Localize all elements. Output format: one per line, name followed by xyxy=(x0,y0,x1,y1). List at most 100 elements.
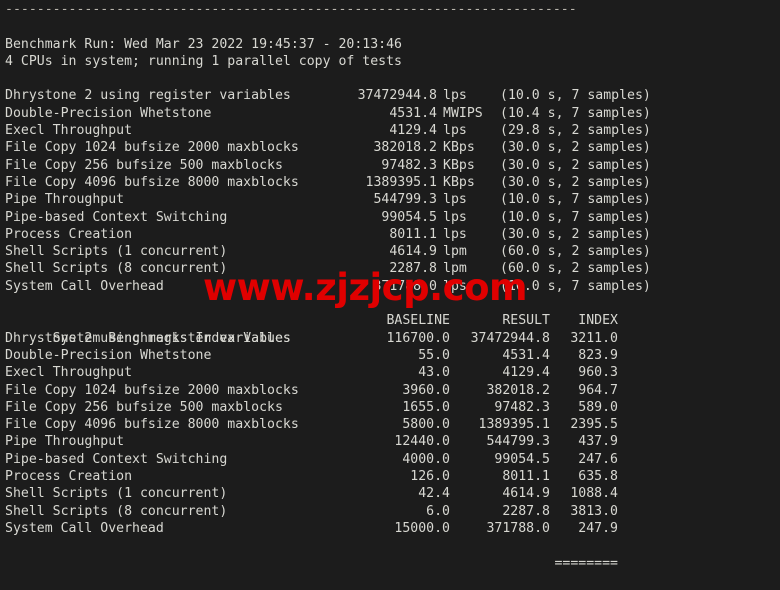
score-divider-row: ======== xyxy=(5,555,775,572)
index-value-name: File Copy 256 bufsize 500 maxblocks xyxy=(5,399,283,415)
raw-result-unit: KBps xyxy=(443,157,475,173)
raw-result-samples: (60.0 s, 2 samples) xyxy=(500,244,651,260)
raw-result-value: 99054.5 xyxy=(381,209,437,225)
benchmark-run-header: Benchmark Run: Wed Mar 23 2022 19:45:37 … xyxy=(5,36,402,52)
index-value-row: Pipe-based Context Switching 4000.0 99054.… xyxy=(5,451,775,468)
index-value-result: 2287.8 xyxy=(502,503,550,519)
raw-result-row: Double-Precision Whetstone 4531.4 MWIPS (10… xyxy=(5,105,775,122)
raw-result-unit: lpm xyxy=(443,244,467,260)
column-header-index: INDEX xyxy=(578,313,618,329)
raw-result-samples: (30.0 s, 2 samples) xyxy=(500,174,651,190)
raw-result-value: 4614.9 xyxy=(389,244,437,260)
raw-result-unit: KBps xyxy=(443,140,475,156)
top-separator-rule: ----------------------------------------… xyxy=(5,2,577,17)
terminal-output: ----------------------------------------… xyxy=(5,1,775,590)
raw-result-name: Pipe Throughput xyxy=(5,192,125,208)
raw-result-unit: lps xyxy=(443,209,467,225)
index-value-index: 3813.0 xyxy=(570,503,618,519)
raw-result-unit: MWIPS xyxy=(443,105,483,121)
index-value-baseline: 15000.0 xyxy=(394,520,450,536)
raw-results-list: Dhrystone 2 using register variables 3747… xyxy=(5,87,775,295)
terminal-screen: ----------------------------------------… xyxy=(0,0,780,590)
index-value-name: File Copy 4096 bufsize 8000 maxblocks xyxy=(5,417,299,433)
index-value-name: Process Creation xyxy=(5,469,133,485)
raw-result-name: File Copy 1024 bufsize 2000 maxblocks xyxy=(5,140,299,156)
index-values-list: Dhrystone 2 using register variables 1167… xyxy=(5,330,775,538)
index-value-baseline: 43.0 xyxy=(418,365,450,381)
raw-result-value: 371788.0 xyxy=(373,278,437,294)
index-value-index: 1088.4 xyxy=(570,486,618,502)
raw-result-samples: (10.0 s, 7 samples) xyxy=(500,278,651,294)
raw-result-row: Shell Scripts (8 concurrent) 2287.8 lpm (60… xyxy=(5,260,775,277)
raw-result-row: Dhrystone 2 using register variables 3747… xyxy=(5,87,775,104)
raw-result-samples: (60.0 s, 2 samples) xyxy=(500,261,651,277)
raw-result-value: 37472944.8 xyxy=(357,88,437,104)
raw-result-samples: (30.0 s, 2 samples) xyxy=(500,226,651,242)
raw-result-name: Execl Throughput xyxy=(5,123,133,139)
raw-result-row: Shell Scripts (1 concurrent) 4614.9 lpm (60… xyxy=(5,243,775,260)
index-value-row: System Call Overhead 15000.0 371788.0 247.9 xyxy=(5,520,775,537)
raw-result-samples: (10.0 s, 7 samples) xyxy=(500,192,651,208)
raw-result-value: 1389395.1 xyxy=(365,174,437,190)
index-value-name: System Call Overhead xyxy=(5,520,164,536)
index-value-row: Process Creation 126.0 8011.1 635.8 xyxy=(5,468,775,485)
index-value-name: Shell Scripts (1 concurrent) xyxy=(5,486,228,502)
index-value-row: Pipe Throughput 12440.0 544799.3 437.9 xyxy=(5,433,775,450)
index-value-result: 37472944.8 xyxy=(470,330,550,346)
raw-result-samples: (10.0 s, 7 samples) xyxy=(500,88,651,104)
index-value-baseline: 6.0 xyxy=(426,503,450,519)
raw-result-samples: (29.8 s, 2 samples) xyxy=(500,123,651,139)
raw-result-name: Shell Scripts (1 concurrent) xyxy=(5,244,228,260)
index-value-baseline: 12440.0 xyxy=(394,434,450,450)
index-value-baseline: 126.0 xyxy=(410,469,450,485)
index-value-row: File Copy 256 bufsize 500 maxblocks 1655.… xyxy=(5,399,775,416)
index-value-row: Execl Throughput 43.0 4129.4 960.3 xyxy=(5,364,775,381)
raw-result-name: Double-Precision Whetstone xyxy=(5,105,212,121)
index-value-index: 589.0 xyxy=(578,399,618,415)
index-value-row: Shell Scripts (8 concurrent) 6.0 2287.8 381… xyxy=(5,503,775,520)
index-table-header-row: System Benchmarks Index Values BASELINE … xyxy=(5,312,775,345)
index-value-row: Shell Scripts (1 concurrent) 42.4 4614.9 10… xyxy=(5,485,775,502)
raw-result-name: Shell Scripts (8 concurrent) xyxy=(5,261,228,277)
index-value-index: 635.8 xyxy=(578,469,618,485)
raw-result-value: 97482.3 xyxy=(381,157,437,173)
raw-result-value: 544799.3 xyxy=(373,192,437,208)
score-divider: ======== xyxy=(554,555,618,571)
raw-result-samples: (30.0 s, 2 samples) xyxy=(500,157,651,173)
raw-result-samples: (10.4 s, 7 samples) xyxy=(500,105,651,121)
raw-result-name: Pipe-based Context Switching xyxy=(5,209,228,225)
index-value-row: File Copy 4096 bufsize 8000 maxblocks 580… xyxy=(5,416,775,433)
index-value-result: 382018.2 xyxy=(486,382,550,398)
raw-result-unit: lps xyxy=(443,123,467,139)
raw-result-row: Process Creation 8011.1 lps (30.0 s, 2 samp… xyxy=(5,226,775,243)
raw-result-unit: lps xyxy=(443,226,467,242)
index-value-baseline: 4000.0 xyxy=(402,451,450,467)
raw-result-value: 4129.4 xyxy=(389,123,437,139)
raw-result-name: File Copy 4096 bufsize 8000 maxblocks xyxy=(5,174,299,190)
index-value-index: 2395.5 xyxy=(570,417,618,433)
index-value-name: Dhrystone 2 using register variables xyxy=(5,330,291,346)
index-value-row: File Copy 1024 bufsize 2000 maxblocks 396… xyxy=(5,382,775,399)
raw-result-row: File Copy 256 bufsize 500 maxblocks 97482… xyxy=(5,157,775,174)
column-header-result: RESULT xyxy=(502,313,550,329)
index-value-row: Double-Precision Whetstone 55.0 4531.4 823.… xyxy=(5,347,775,364)
index-value-name: Execl Throughput xyxy=(5,365,133,381)
raw-result-row: System Call Overhead 371788.0 lps (10.0 s, … xyxy=(5,278,775,295)
index-value-result: 4129.4 xyxy=(502,365,550,381)
index-value-name: Double-Precision Whetstone xyxy=(5,347,212,363)
raw-result-samples: (30.0 s, 2 samples) xyxy=(500,140,651,156)
raw-result-unit: lps xyxy=(443,88,467,104)
index-value-baseline: 1655.0 xyxy=(402,399,450,415)
raw-result-row: File Copy 1024 bufsize 2000 maxblocks 382… xyxy=(5,139,775,156)
index-value-result: 4531.4 xyxy=(502,347,550,363)
index-value-name: Pipe-based Context Switching xyxy=(5,451,228,467)
raw-result-name: System Call Overhead xyxy=(5,278,164,294)
index-value-index: 823.9 xyxy=(578,347,618,363)
index-value-name: Shell Scripts (8 concurrent) xyxy=(5,503,228,519)
raw-result-samples: (10.0 s, 7 samples) xyxy=(500,209,651,225)
index-value-result: 371788.0 xyxy=(486,520,550,536)
index-value-index: 964.7 xyxy=(578,382,618,398)
